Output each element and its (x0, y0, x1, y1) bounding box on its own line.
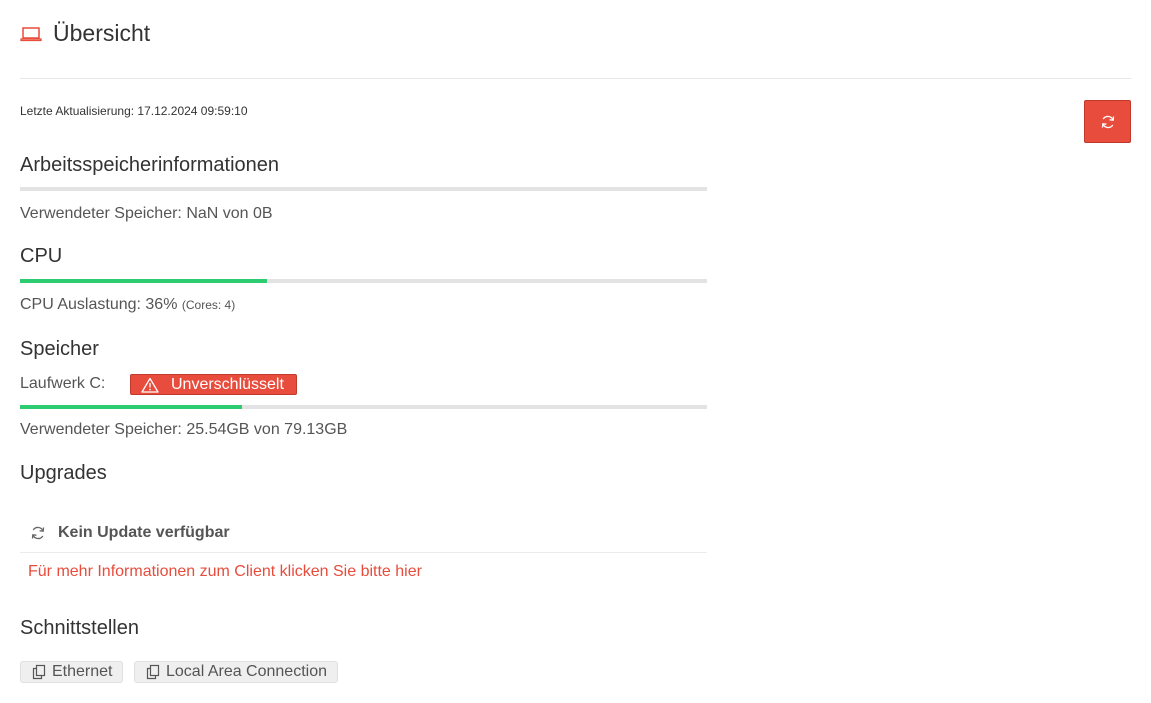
upgrade-status-label: Kein Update verfügbar (58, 524, 230, 541)
refresh-button[interactable] (1084, 100, 1131, 143)
drive-label: Laufwerk C: (20, 375, 106, 392)
interface-label: Ethernet (52, 663, 113, 680)
laptop-icon (20, 25, 42, 43)
copy-icon (146, 664, 160, 680)
interface-label: Local Area Connection (166, 663, 327, 680)
cpu-progress-fill (20, 279, 268, 283)
encryption-status-badge: Unverschlüsselt (130, 374, 297, 395)
memory-usage-text: Verwendeter Speicher: NaN von 0B (20, 205, 273, 222)
memory-section-title: Arbeitsspeicherinformationen (20, 154, 280, 176)
upgrade-status-row: Kein Update verfügbar (20, 514, 707, 553)
storage-usage-text: Verwendeter Speicher: 25.54GB von 79.13G… (20, 421, 348, 438)
copy-icon (32, 664, 46, 680)
cpu-section-title: CPU (20, 245, 63, 267)
cpu-cores-text: (Cores: 4) (181, 298, 236, 312)
cpu-usage-line: CPU Auslastung: 36% (Cores: 4) (20, 296, 235, 314)
interfaces-section-title: Schnittstellen (20, 617, 139, 639)
cpu-progress-bar (20, 279, 707, 283)
page-header: Übersicht (20, 20, 150, 47)
storage-section-title: Speicher (20, 338, 99, 360)
memory-progress-bar (20, 187, 707, 191)
last-update-text: Letzte Aktualisierung: 17.12.2024 09:59:… (20, 104, 248, 118)
refresh-icon (30, 525, 46, 541)
client-info-link[interactable]: Für mehr Informationen zum Client klicke… (28, 563, 422, 581)
warning-icon (141, 377, 159, 393)
storage-progress-fill (20, 405, 242, 409)
interface-ethernet[interactable]: Ethernet (20, 661, 124, 683)
cpu-usage-text: CPU Auslastung: 36% (20, 296, 178, 313)
upgrades-section-title: Upgrades (20, 462, 107, 484)
interface-local-area-connection[interactable]: Local Area Connection (134, 661, 338, 683)
badge-label: Unverschlüsselt (171, 375, 284, 393)
page-title: Übersicht (53, 20, 151, 46)
header-divider (20, 78, 1131, 79)
storage-progress-bar (20, 405, 707, 409)
refresh-icon (1101, 115, 1114, 128)
